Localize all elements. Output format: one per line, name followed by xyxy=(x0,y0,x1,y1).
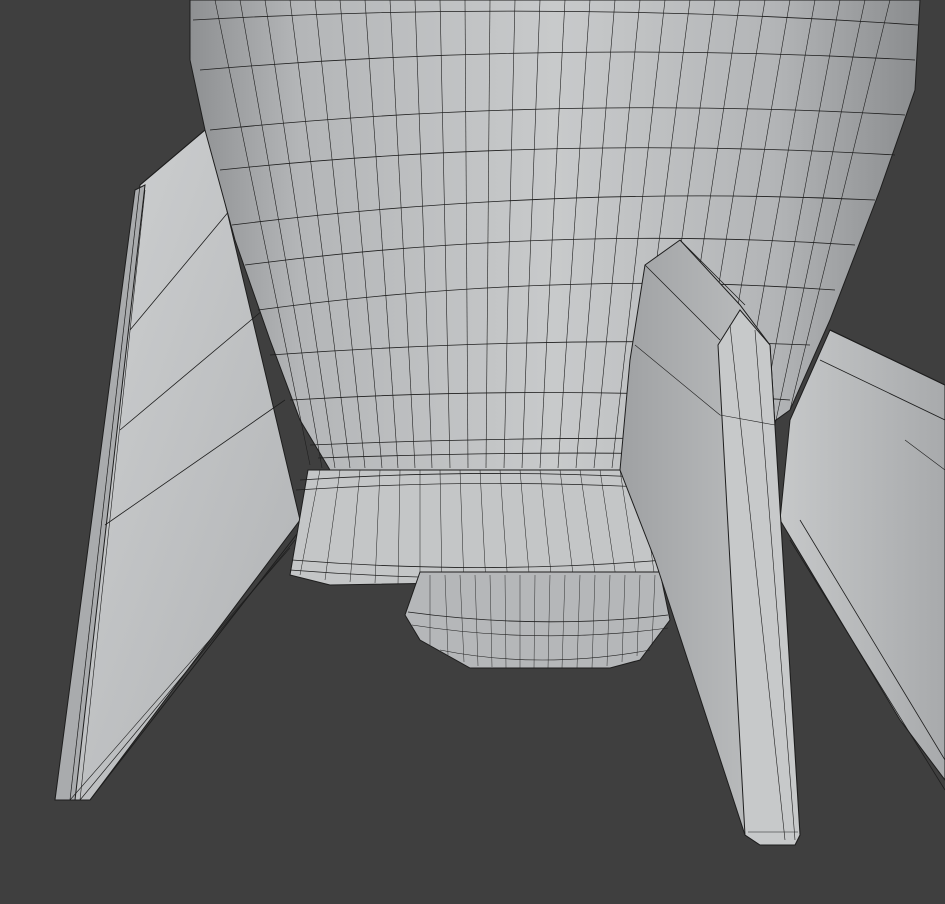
right-fin-mesh[interactable] xyxy=(779,329,945,791)
3d-viewport[interactable] xyxy=(0,0,945,904)
rocket-nozzle-mesh[interactable] xyxy=(404,571,671,669)
viewport-canvas[interactable] xyxy=(0,0,945,904)
rocket-skirt-mesh[interactable] xyxy=(289,469,666,586)
